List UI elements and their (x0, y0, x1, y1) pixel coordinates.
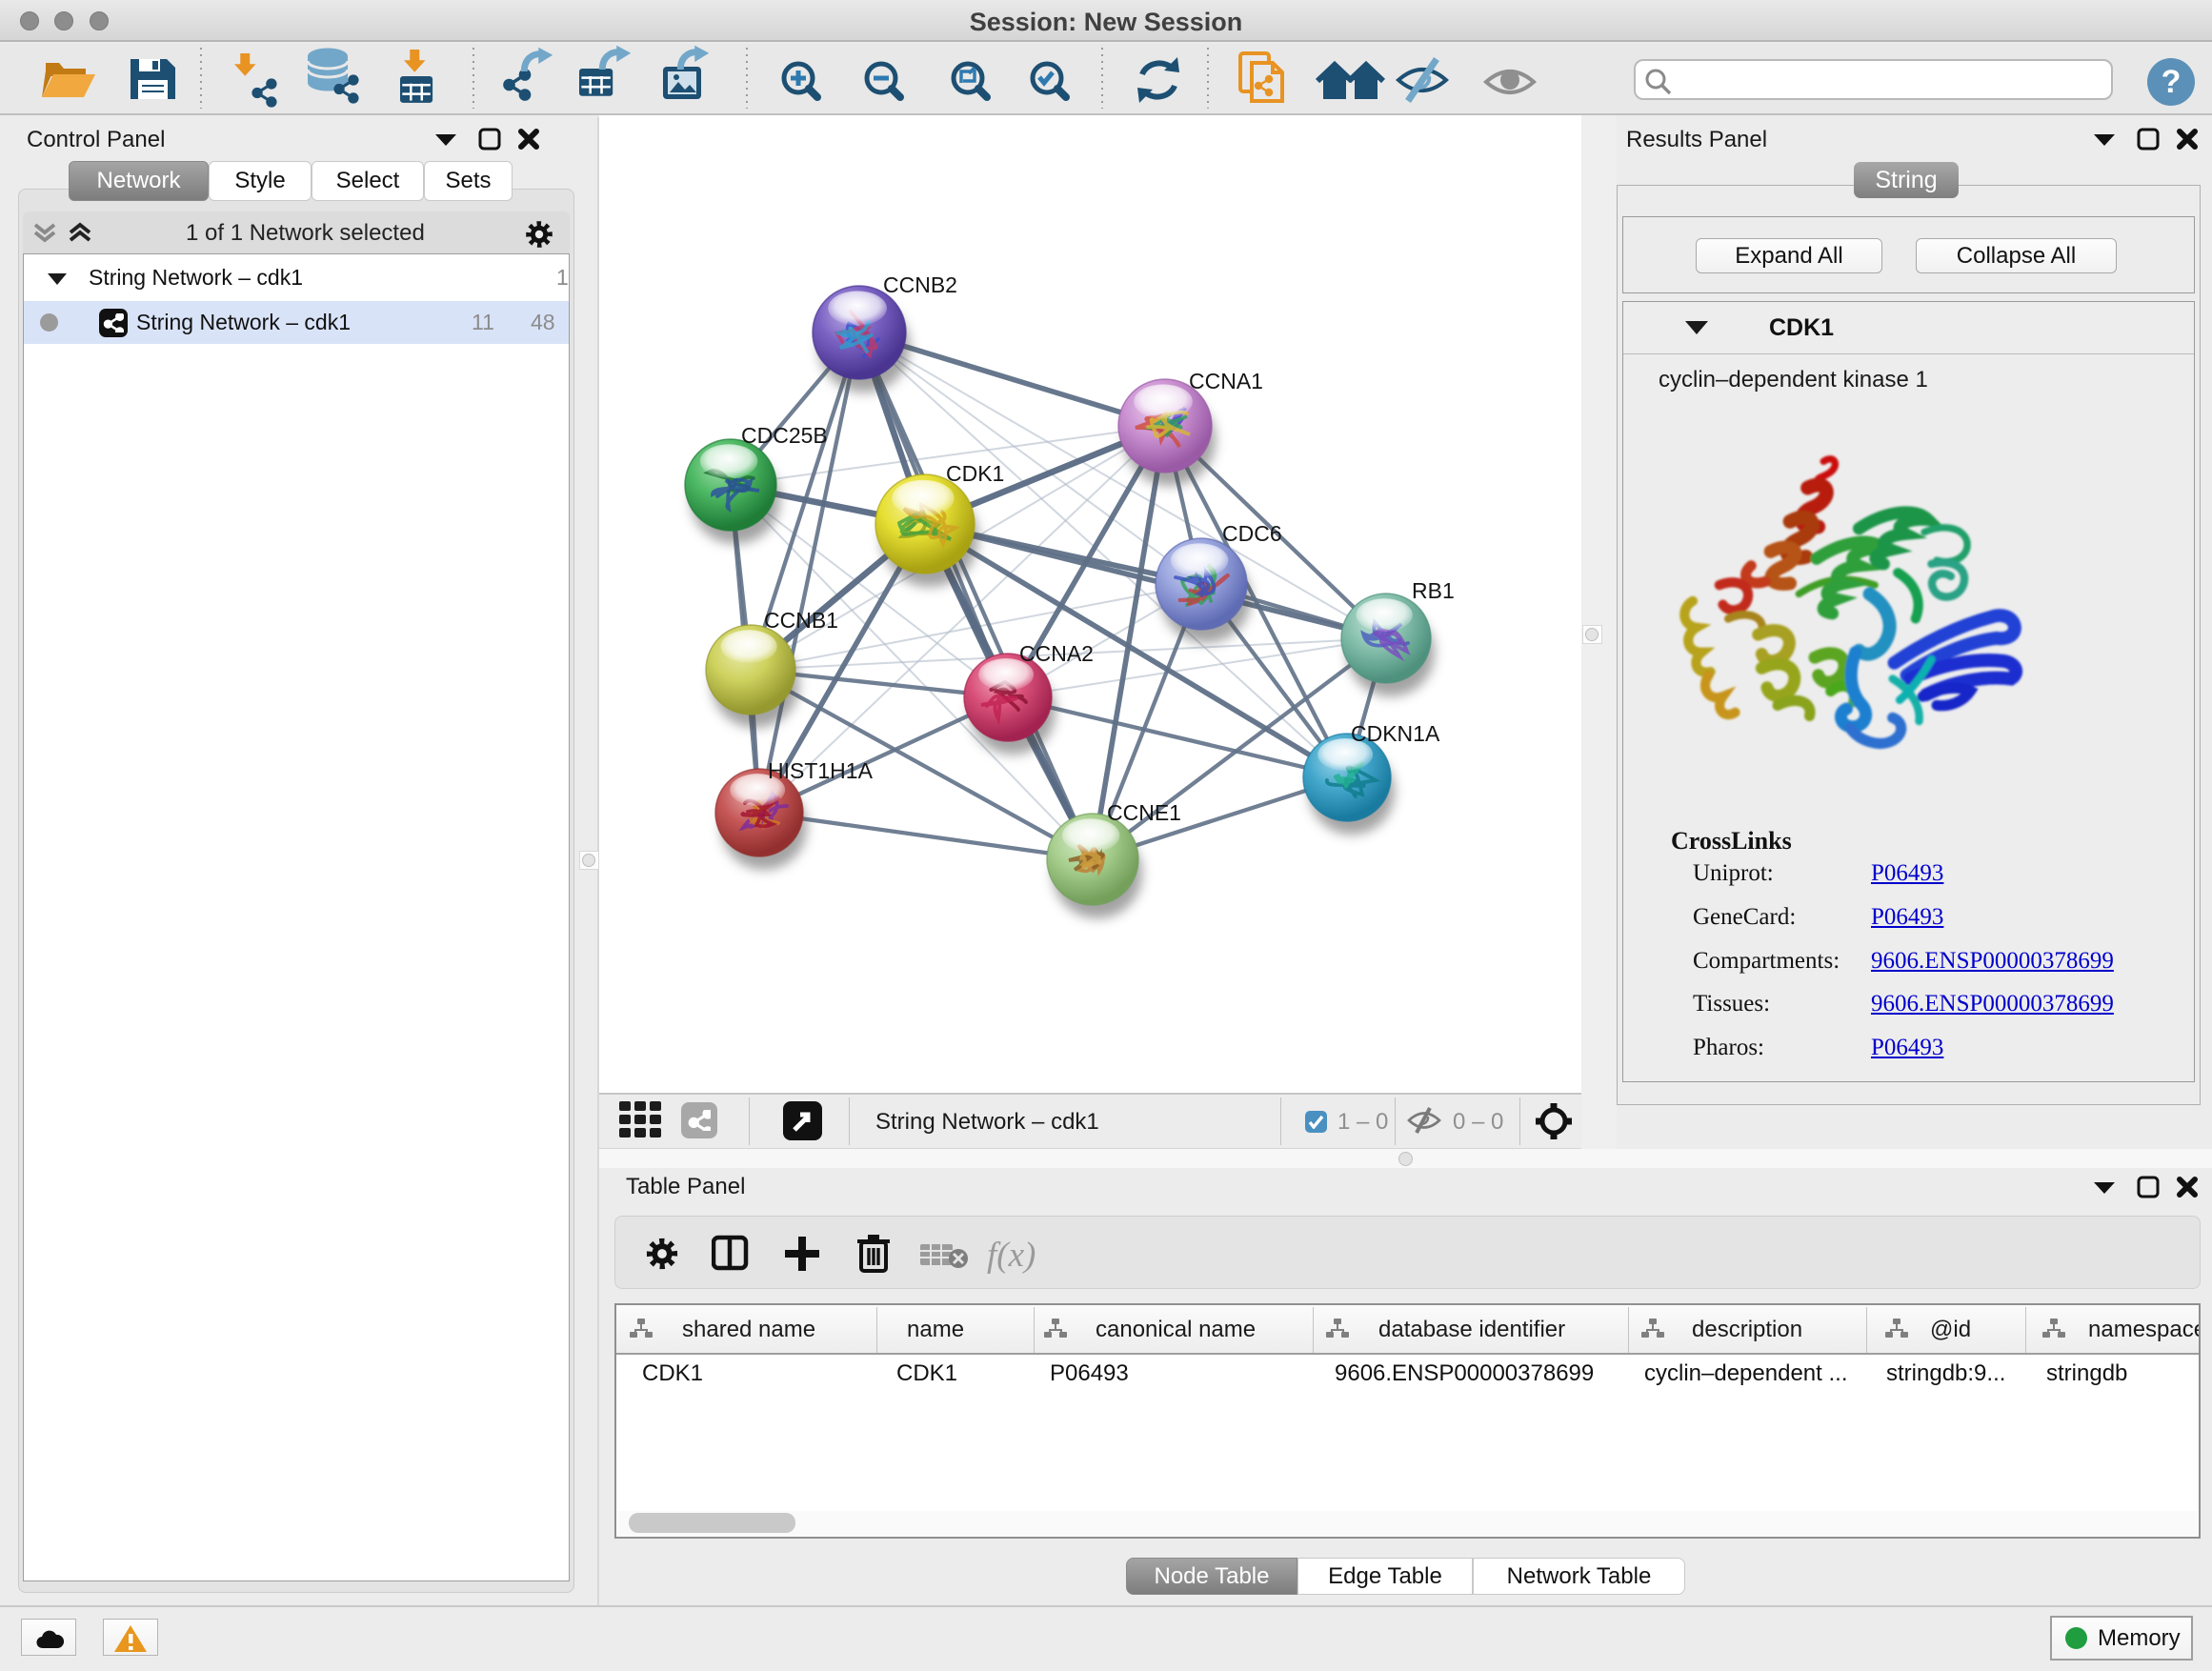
svg-text:CDC6: CDC6 (1222, 521, 1282, 546)
svg-text:RB1: RB1 (1412, 578, 1455, 603)
svg-text:CCNA2: CCNA2 (1019, 641, 1094, 666)
svg-text:CDKN1A: CDKN1A (1351, 721, 1440, 746)
svg-text:CCNB1: CCNB1 (764, 608, 838, 633)
svg-text:CDC25B: CDC25B (741, 423, 828, 448)
svg-text:CDK1: CDK1 (946, 461, 1004, 486)
svg-text:HIST1H1A: HIST1H1A (768, 758, 874, 783)
svg-text:CCNA1: CCNA1 (1189, 369, 1263, 393)
svg-text:CCNB2: CCNB2 (883, 272, 957, 297)
svg-text:CCNE1: CCNE1 (1107, 800, 1181, 825)
